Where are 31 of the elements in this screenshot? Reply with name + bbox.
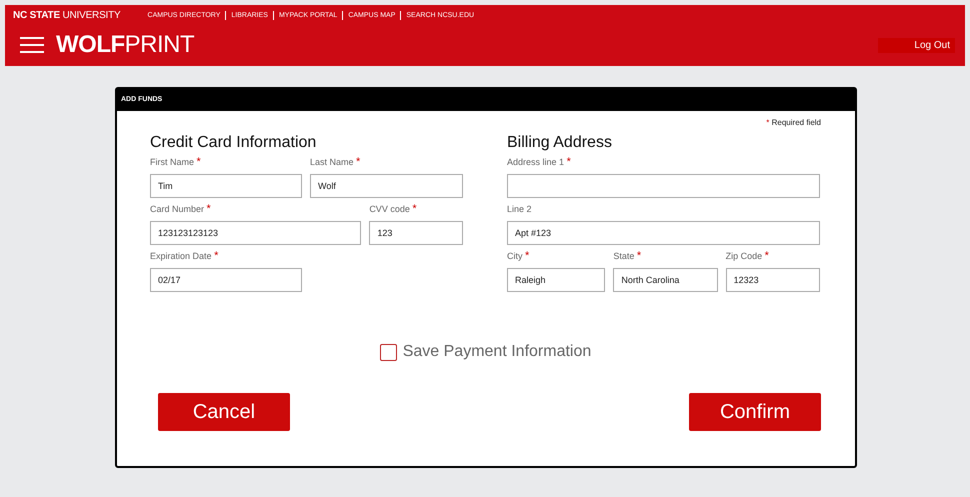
- input-field[interactable]: Apt #123: [507, 221, 820, 245]
- app-title: WOLFPRINT: [56, 30, 194, 60]
- input-field[interactable]: Wolf: [310, 174, 463, 198]
- field-label: CVV code *: [369, 202, 418, 216]
- input-field[interactable]: 02/17: [150, 268, 302, 292]
- logout-button[interactable]: Log Out: [878, 38, 955, 52]
- input-field[interactable]: [507, 174, 820, 198]
- section-heading: Billing Address: [507, 134, 613, 152]
- input-field[interactable]: North Carolina: [613, 268, 718, 292]
- cancel-button[interactable]: Cancel: [158, 393, 290, 431]
- university-name: NC STATE UNIVERSITY: [13, 8, 121, 22]
- save-payment-label[interactable]: Save Payment Information: [402, 340, 592, 364]
- input-field[interactable]: 123: [369, 221, 463, 245]
- field-label: Line 2: [507, 203, 533, 216]
- input-field[interactable]: 12323: [726, 268, 820, 292]
- save-payment-checkbox[interactable]: [380, 344, 397, 360]
- field-label: Last Name *: [310, 155, 362, 169]
- field-label: Card Number *: [150, 202, 212, 216]
- field-label: First Name *: [150, 155, 202, 169]
- field-label: Expiration Date *: [150, 249, 220, 263]
- menu-icon[interactable]: [20, 37, 44, 53]
- input-field[interactable]: Raleigh: [507, 268, 606, 292]
- confirm-button[interactable]: Confirm: [689, 393, 821, 431]
- section-heading: Credit Card Information: [150, 134, 318, 152]
- required-note: * Required field: [765, 117, 821, 127]
- input-field[interactable]: Tim: [150, 174, 302, 198]
- field-label: City *: [507, 249, 530, 263]
- field-label: Zip Code *: [726, 249, 770, 263]
- input-field[interactable]: 123123123123: [150, 221, 362, 245]
- field-label: Address line 1 *: [507, 155, 572, 169]
- field-label: State *: [613, 249, 642, 263]
